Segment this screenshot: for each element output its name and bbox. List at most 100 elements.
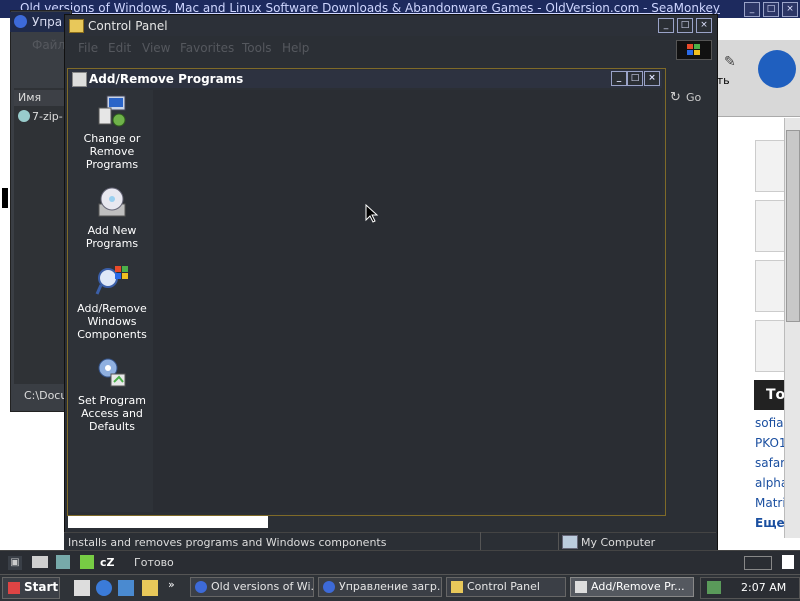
start-button[interactable]: Start	[2, 577, 60, 599]
windows-components-label: Add/Remove Windows Components	[77, 302, 147, 341]
page-fragment	[0, 186, 10, 210]
go-arrow-icon: ↻	[670, 90, 681, 105]
add-new-label: Add New Programs	[85, 224, 139, 250]
games-category-icon[interactable]	[755, 260, 787, 312]
status-zone: My Computer	[581, 536, 656, 549]
status-separator	[558, 532, 559, 550]
list-item-label: 7-zip-	[32, 110, 63, 123]
seamonkey-task-icon	[323, 581, 335, 593]
menu-file[interactable]: File	[78, 41, 98, 55]
browser-status-text: Готово	[134, 556, 174, 569]
go-label: Go	[686, 91, 702, 104]
windows-flag-icon	[8, 582, 20, 594]
control-panel-task-icon	[451, 581, 463, 593]
menu-help[interactable]: Help	[282, 41, 309, 55]
task-label: Управление загр...	[339, 580, 442, 593]
cz-chat-label[interactable]: cZ	[100, 556, 115, 569]
maximize-button[interactable]: □	[763, 2, 779, 17]
system-tray: 2:07 AM	[700, 577, 800, 599]
task-button-browser[interactable]: Old versions of Wi...	[190, 577, 314, 597]
task-label: Old versions of Wi...	[211, 580, 314, 593]
change-remove-programs-icon	[98, 95, 126, 127]
composer-icon[interactable]	[56, 555, 70, 569]
task-button-downloads[interactable]: Управление загр...	[318, 577, 442, 597]
linux-category-icon[interactable]	[755, 200, 787, 252]
seamonkey-title: Old versions of Windows, Mac and Linux S…	[20, 1, 720, 15]
maximize-button[interactable]: □	[677, 18, 693, 33]
windows-components-icon	[95, 266, 128, 295]
minimize-button[interactable]: _	[744, 2, 760, 17]
connection-icon	[744, 556, 772, 570]
show-desktop-icon[interactable]	[74, 580, 90, 596]
sidebar-link[interactable]: PKO1	[755, 436, 787, 450]
mouse-cursor-icon	[365, 204, 379, 223]
column-header-label: Имя	[18, 91, 42, 104]
windows-logo-icon	[676, 40, 712, 60]
add-new-programs-icon	[98, 187, 126, 217]
progress-strip	[68, 516, 268, 528]
go-button[interactable]: ↻ Go	[664, 88, 712, 108]
menu-favorites[interactable]: Favorites	[180, 41, 234, 55]
minimize-button[interactable]: _	[611, 71, 627, 86]
seamonkey-logo-icon	[758, 50, 796, 88]
control-panel-menubar: File Edit View Favorites Tools Help	[66, 38, 714, 60]
download-list	[14, 88, 70, 384]
menu-tools[interactable]: Tools	[242, 41, 272, 55]
clock[interactable]: 2:07 AM	[741, 581, 786, 594]
task-label: Add/Remove Pr...	[591, 580, 685, 593]
scrollbar-thumb[interactable]	[786, 130, 800, 322]
program-defaults-button[interactable]: Set Program Access and Defaults	[72, 356, 152, 433]
add-remove-title: Add/Remove Programs	[89, 72, 244, 86]
task-button-control-panel[interactable]: Control Panel	[446, 577, 566, 597]
maximize-button[interactable]: □	[627, 71, 643, 86]
start-label: Start	[24, 580, 59, 594]
add-remove-task-icon	[575, 581, 587, 593]
internet-explorer-icon[interactable]	[96, 580, 112, 596]
path-label: C:\Docu	[24, 389, 68, 402]
bookmark-icon[interactable]: ▣	[8, 556, 22, 570]
control-panel-titlebar[interactable]: Control Panel _ □ ×	[66, 16, 714, 36]
close-button[interactable]: ×	[782, 2, 798, 17]
android-category-icon[interactable]	[755, 320, 787, 372]
change-remove-programs-button[interactable]: Change or Remove Programs	[72, 94, 152, 171]
task-button-add-remove[interactable]: Add/Remove Pr...	[570, 577, 694, 597]
my-computer-icon	[562, 535, 578, 549]
globe-icon	[18, 110, 30, 122]
outlook-icon[interactable]	[118, 580, 134, 596]
download-manager-titlebar[interactable]: Упра	[10, 12, 70, 32]
add-remove-small-icon	[72, 72, 87, 87]
control-panel-title: Control Panel	[88, 19, 168, 33]
sidebar-link[interactable]: safar	[755, 456, 785, 470]
status-separator	[480, 532, 481, 550]
task-label: Control Panel	[467, 580, 540, 593]
seamonkey-task-icon	[195, 581, 207, 593]
control-panel-icon	[69, 19, 84, 33]
menu-edit[interactable]: Edit	[108, 41, 131, 55]
menu-file[interactable]: Файл	[32, 38, 65, 52]
browser-statusbar: ▣ cZ Готово	[0, 550, 800, 575]
add-remove-titlebar[interactable]: Add/Remove Programs _ □ ×	[69, 70, 662, 88]
program-defaults-label: Set Program Access and Defaults	[78, 394, 146, 433]
column-header-name[interactable]: Имя	[14, 90, 70, 106]
download-manager-title: Упра	[32, 15, 63, 29]
seamonkey-small-icon	[14, 15, 27, 28]
chat-icon[interactable]	[80, 555, 94, 569]
mail-icon[interactable]	[32, 556, 48, 568]
apple-category-icon[interactable]	[755, 140, 787, 192]
programs-pane	[153, 90, 662, 512]
pencil-icon: ✎	[724, 54, 736, 70]
status-description: Installs and removes programs and Window…	[68, 536, 387, 549]
tray-app-icon[interactable]	[707, 581, 721, 594]
windows-components-button[interactable]: Add/Remove Windows Components	[72, 264, 152, 341]
add-new-programs-button[interactable]: Add New Programs	[72, 186, 152, 250]
close-button[interactable]: ×	[696, 18, 712, 33]
search-icon[interactable]	[142, 580, 158, 596]
close-button[interactable]: ×	[644, 71, 660, 86]
list-item[interactable]: 7-zip-	[16, 110, 70, 124]
change-remove-label: Change or Remove Programs	[83, 132, 141, 171]
menu-view[interactable]: View	[142, 41, 170, 55]
program-defaults-icon	[98, 358, 126, 387]
quicklaunch-chevron-icon[interactable]: »	[168, 578, 175, 591]
minimize-button[interactable]: _	[658, 18, 674, 33]
download-path: C:\Docu	[14, 388, 70, 404]
